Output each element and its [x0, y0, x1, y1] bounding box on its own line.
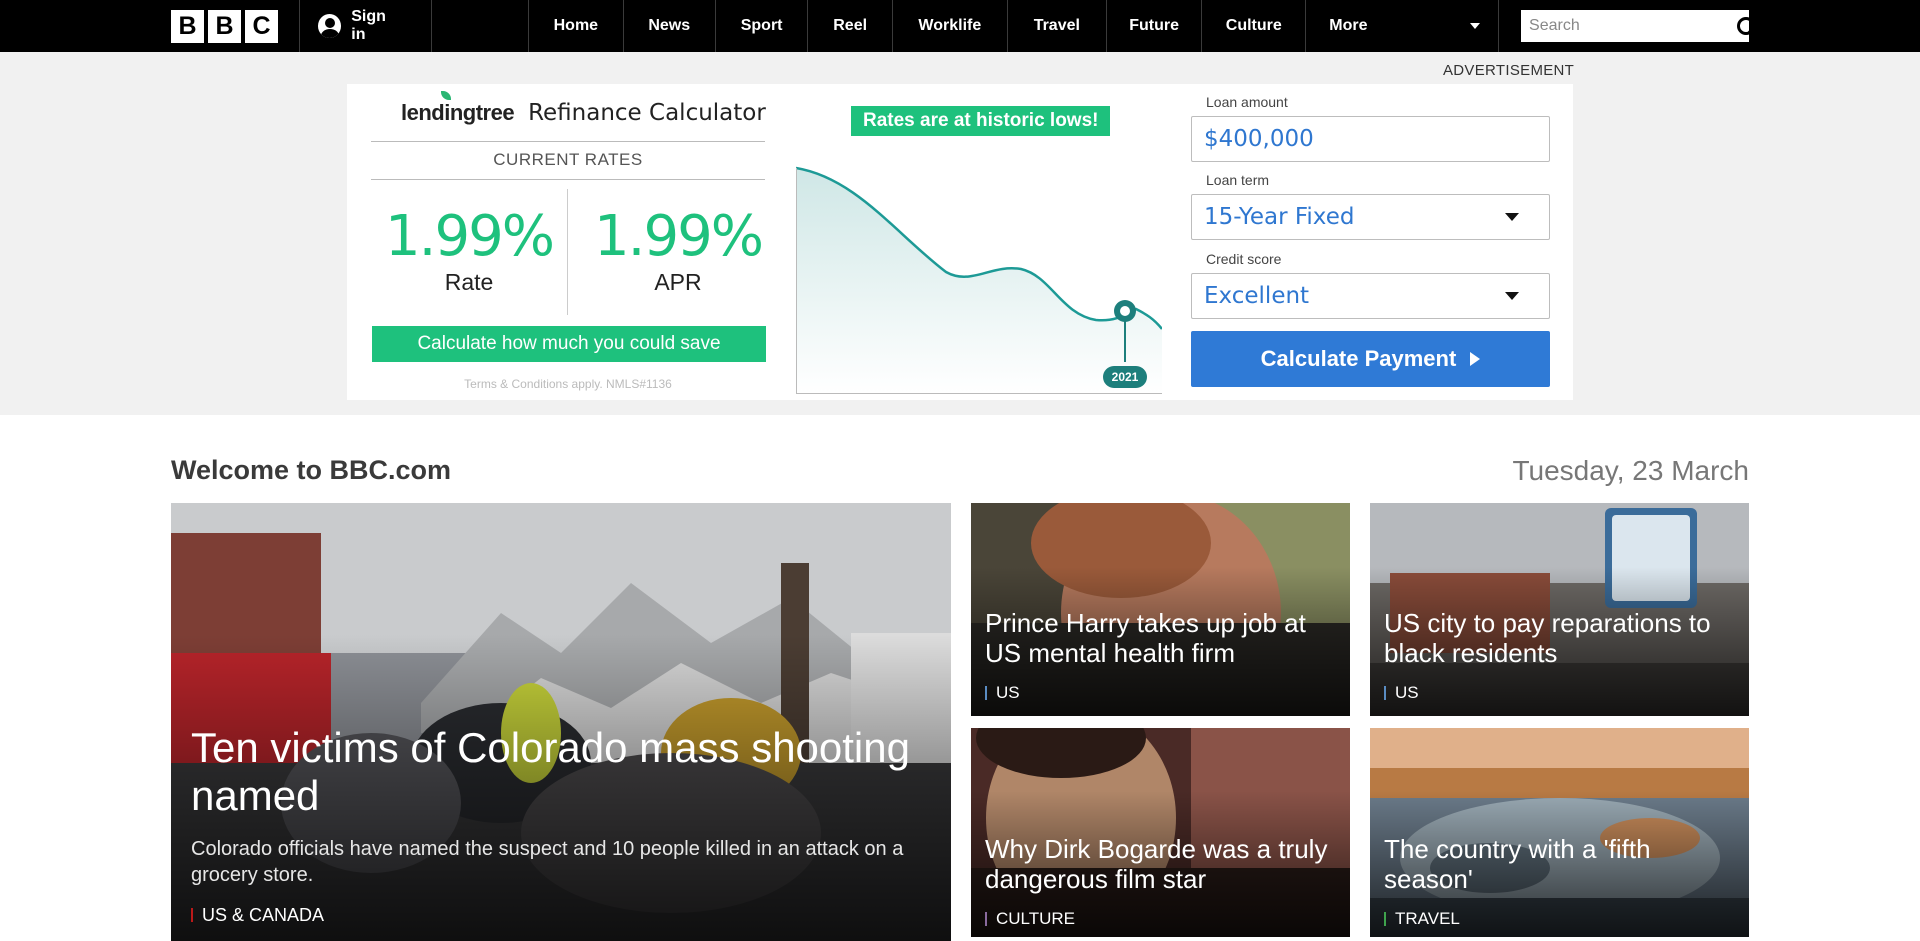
lead-summary: Colorado officials have named the suspec… [191, 838, 904, 886]
apr-block: 1.99% APR [588, 209, 768, 296]
rate-value: 1.99% [385, 204, 555, 269]
loan-term-select[interactable]: 15-Year Fixed [1191, 194, 1550, 240]
story-category-tag[interactable]: CULTURE [985, 909, 1075, 929]
search-input[interactable] [1529, 17, 1737, 35]
lead-story-card[interactable]: Ten victims of Colorado mass shooting na… [171, 503, 951, 941]
story-category-tag[interactable]: US [985, 683, 1020, 703]
dropdown-arrow-icon [1505, 292, 1519, 300]
lead-headline[interactable]: Ten victims of Colorado mass shooting na… [191, 724, 931, 821]
ad-header: lendingtree Refinance Calculator [401, 91, 766, 126]
rate-divider [567, 189, 568, 315]
rates-trend-graphic: 2021 [796, 166, 1162, 394]
credit-score-value: Excellent [1204, 283, 1310, 309]
nav-link-culture[interactable]: Culture [1202, 0, 1307, 52]
loan-amount-value: $400,000 [1204, 126, 1314, 152]
ad-title: Refinance Calculator [528, 100, 766, 126]
nav-link-worklife[interactable]: Worklife [893, 0, 1008, 52]
sign-in-button[interactable]: Sign in [300, 0, 432, 52]
calculate-payment-label: Calculate Payment [1260, 346, 1457, 371]
nav-link-future[interactable]: Future [1107, 0, 1203, 52]
story-card[interactable]: US city to pay reparations to black resi… [1370, 503, 1749, 716]
top-navigation-bar: B B C Sign in Home News Sport Reel Workl… [0, 0, 1920, 52]
logo-letter-b1: B [171, 9, 204, 43]
story-category-tag[interactable]: TRAVEL [1384, 909, 1460, 929]
loan-amount-field[interactable]: $400,000 [1191, 116, 1550, 162]
chevron-down-icon [1470, 23, 1481, 29]
user-icon [318, 14, 342, 38]
sign-in-label: Sign in [351, 8, 386, 43]
nav-link-sport[interactable]: Sport [716, 0, 809, 52]
more-label: More [1329, 17, 1368, 34]
terms-text: Terms & Conditions apply. NMLS#1136 [464, 377, 672, 391]
loan-term-value: 15-Year Fixed [1204, 204, 1355, 230]
logo-letter-c: C [245, 9, 278, 43]
advertisement-label: ADVERTISEMENT [1443, 62, 1575, 79]
bbc-logo[interactable]: B B C [171, 0, 300, 52]
nav-link-travel[interactable]: Travel [1008, 0, 1107, 52]
apr-label: APR [654, 269, 702, 295]
play-arrow-icon [1470, 352, 1481, 366]
credit-score-select[interactable]: Excellent [1191, 273, 1550, 319]
search-area [1499, 0, 1756, 52]
lendingtree-ad[interactable]: lendingtree Refinance Calculator CURRENT… [347, 84, 1573, 400]
search-icon[interactable] [1736, 16, 1756, 36]
divider [371, 141, 765, 142]
story-headline[interactable]: Prince Harry takes up job at US mental h… [985, 608, 1336, 669]
story-card[interactable]: Prince Harry takes up job at US mental h… [971, 503, 1350, 716]
image-overlay [971, 728, 1350, 937]
loan-term-label: Loan term [1206, 172, 1270, 188]
calculate-savings-button[interactable]: Calculate how much you could save [372, 326, 766, 362]
nav-link-news[interactable]: News [624, 0, 716, 52]
calculate-payment-button[interactable]: Calculate Payment [1191, 331, 1550, 387]
lendingtree-brand-text: lendingtree [401, 100, 515, 125]
apr-value: 1.99% [594, 204, 764, 269]
logo-letter-b2: B [208, 9, 241, 43]
nav-inner: B B C Sign in Home News Sport Reel Workl… [171, 0, 1756, 52]
rate-label: Rate [444, 269, 494, 295]
story-card[interactable]: The country with a 'fifth season' TRAVEL [1370, 728, 1749, 937]
lead-category-tag[interactable]: US & CANADA [191, 905, 324, 926]
loan-amount-label: Loan amount [1206, 94, 1288, 110]
rate-block: 1.99% Rate [379, 209, 559, 296]
trend-area [796, 168, 1162, 394]
nav-spacer [432, 0, 530, 52]
nav-more-menu[interactable]: More [1306, 0, 1500, 52]
advertisement-band: ADVERTISEMENT lendingtree Refinance Calc… [0, 52, 1920, 415]
dropdown-arrow-icon [1505, 213, 1519, 221]
story-card[interactable]: Why Dirk Bogarde was a truly dangerous f… [971, 728, 1350, 937]
lendingtree-logo: lendingtree [401, 91, 515, 126]
story-headline[interactable]: The country with a 'fifth season' [1384, 834, 1735, 895]
current-date: Tuesday, 23 March [1512, 455, 1749, 486]
story-headline[interactable]: US city to pay reparations to black resi… [1384, 608, 1735, 669]
image-overlay [1370, 728, 1749, 937]
nav-link-reel[interactable]: Reel [808, 0, 893, 52]
year-badge: 2021 [1112, 370, 1139, 384]
leaf-icon [441, 91, 451, 100]
rates-headline-badge: Rates are at historic lows! [851, 106, 1111, 136]
story-headline[interactable]: Why Dirk Bogarde was a truly dangerous f… [985, 834, 1336, 895]
story-category-tag[interactable]: US [1384, 683, 1419, 703]
divider [371, 179, 765, 180]
page-title: Welcome to BBC.com [171, 455, 452, 485]
credit-score-label: Credit score [1206, 251, 1282, 267]
current-rates-label: CURRENT RATES [493, 150, 643, 169]
search-box [1521, 10, 1756, 42]
nav-link-home[interactable]: Home [529, 0, 624, 52]
